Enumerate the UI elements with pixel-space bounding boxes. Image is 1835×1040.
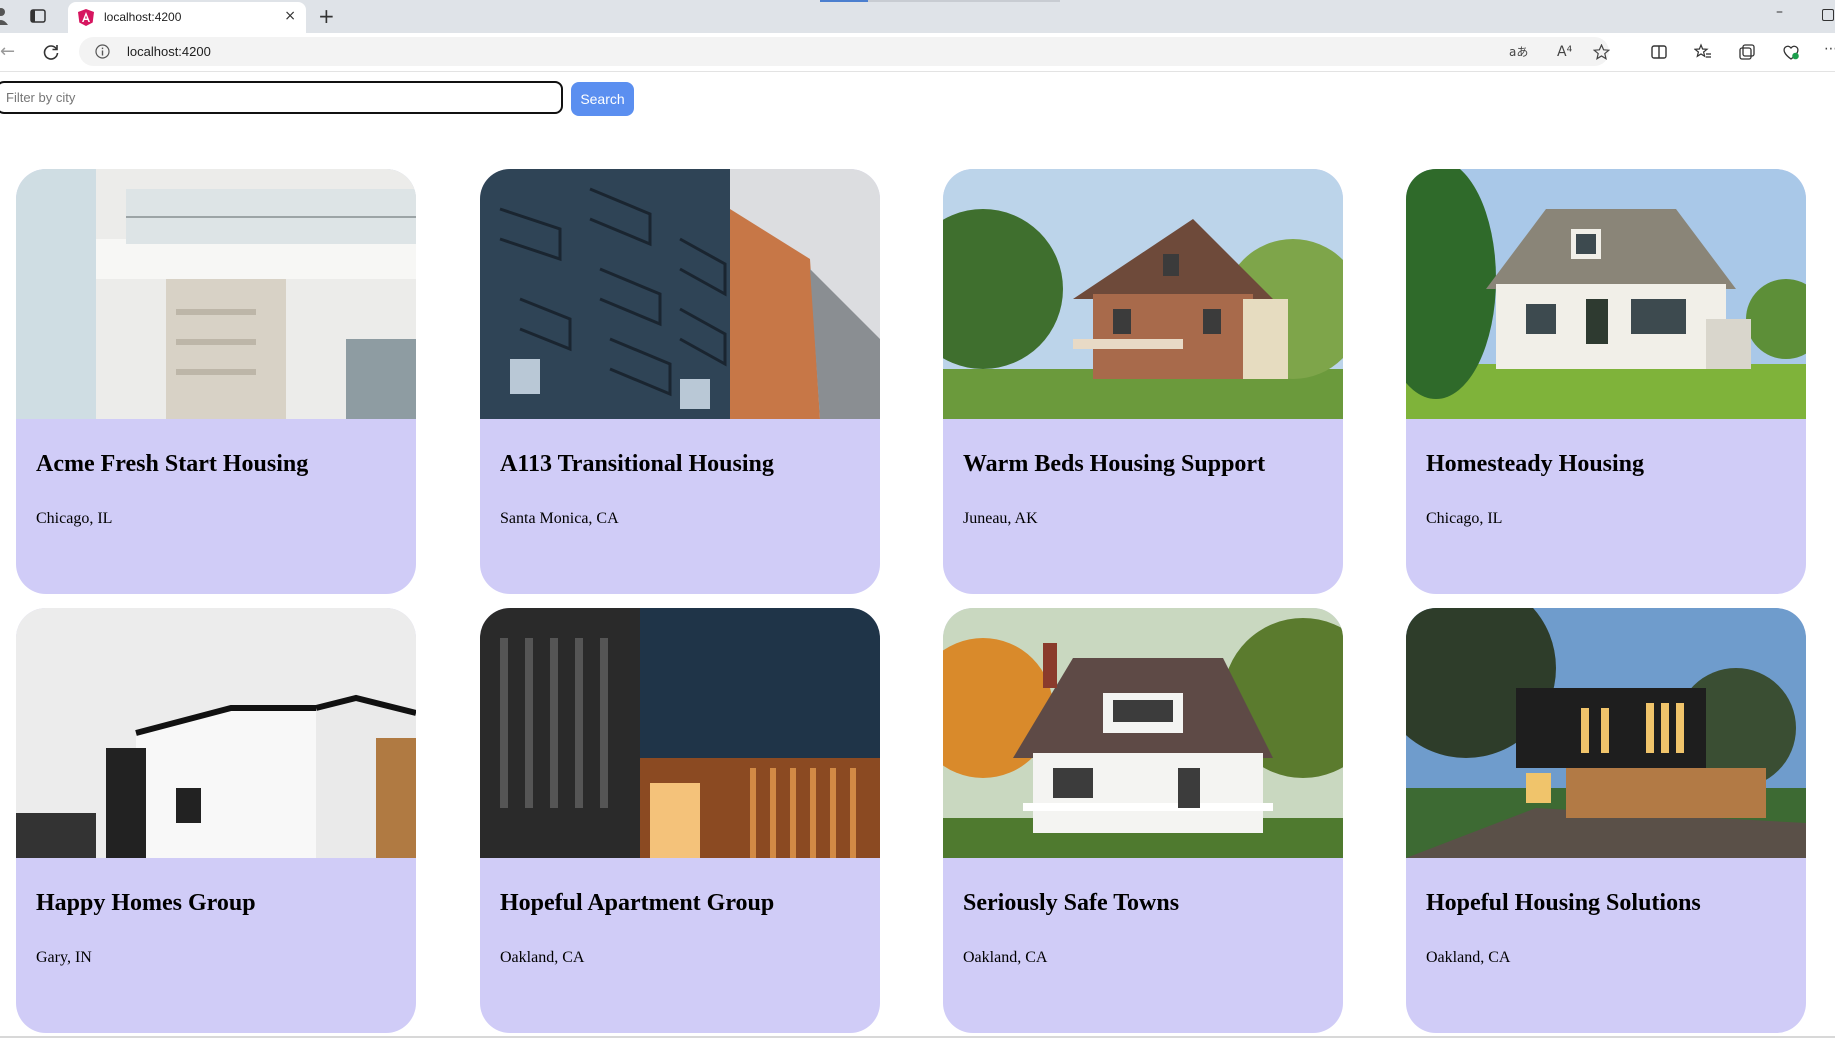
tab-actions-icon[interactable] <box>30 9 46 23</box>
listing-location: Oakland, CA <box>500 949 585 966</box>
listing-card[interactable]: Homesteady Housing Chicago, IL <box>1406 169 1806 594</box>
listing-card[interactable]: Hopeful Apartment Group Oakland, CA <box>480 608 880 1033</box>
angular-favicon-icon <box>78 9 94 26</box>
favorite-star-icon[interactable] <box>1593 44 1610 60</box>
listing-name[interactable]: Warm Beds Housing Support <box>963 451 1265 478</box>
listing-card[interactable]: Warm Beds Housing Support Juneau, AK <box>943 169 1343 594</box>
listing-location: Chicago, IL <box>1426 510 1503 527</box>
listing-card[interactable]: A113 Transitional Housing Santa Monica, … <box>480 169 880 594</box>
restore-window-icon[interactable] <box>1822 9 1834 21</box>
listing-name[interactable]: Hopeful Apartment Group <box>500 890 774 917</box>
more-menu-icon[interactable]: ⋯ <box>1824 41 1835 57</box>
collections-icon[interactable] <box>1738 43 1756 61</box>
listing-photo <box>943 608 1343 858</box>
browser-essentials-icon[interactable] <box>1782 43 1800 61</box>
listing-name[interactable]: A113 Transitional Housing <box>500 451 774 478</box>
refresh-icon[interactable] <box>42 43 60 61</box>
listing-name[interactable]: Hopeful Housing Solutions <box>1426 890 1701 917</box>
svg-text:aあ: aあ <box>1509 45 1528 59</box>
loading-track <box>868 0 1060 2</box>
site-info-icon[interactable] <box>95 44 110 59</box>
listing-name[interactable]: Happy Homes Group <box>36 890 256 917</box>
listing-card[interactable]: Happy Homes Group Gary, IN <box>16 608 416 1033</box>
browser-toolbar: ← localhost:4200 aあ A⁴ ⋯ <box>0 33 1835 72</box>
tab-close-icon[interactable]: × <box>284 8 296 24</box>
listing-card[interactable]: Hopeful Housing Solutions Oakland, CA <box>1406 608 1806 1033</box>
listing-location: Oakland, CA <box>1426 949 1511 966</box>
tab-title: localhost:4200 <box>104 10 182 24</box>
url-text: localhost:4200 <box>127 44 211 59</box>
listing-location: Juneau, AK <box>963 510 1038 527</box>
city-filter-input[interactable] <box>0 81 563 114</box>
listing-photo <box>480 169 880 419</box>
listing-location: Oakland, CA <box>963 949 1048 966</box>
back-arrow-icon[interactable]: ← <box>0 41 15 62</box>
scroll-edge-divider <box>0 1036 1835 1038</box>
listing-location: Chicago, IL <box>36 510 113 527</box>
listing-name[interactable]: Acme Fresh Start Housing <box>36 451 308 478</box>
listing-location: Gary, IN <box>36 949 92 966</box>
new-tab-icon[interactable]: + <box>318 4 335 28</box>
favorites-icon[interactable] <box>1694 43 1712 61</box>
translate-icon[interactable]: aあ <box>1509 44 1529 60</box>
listing-photo <box>16 608 416 858</box>
listing-photo <box>1406 169 1806 419</box>
listing-photo <box>1406 608 1806 858</box>
listing-location: Santa Monica, CA <box>500 510 619 527</box>
browser-tab[interactable]: localhost:4200 × <box>68 2 306 33</box>
loading-indicator <box>820 0 868 2</box>
listing-card[interactable]: Seriously Safe Towns Oakland, CA <box>943 608 1343 1033</box>
listing-card[interactable]: Acme Fresh Start Housing Chicago, IL <box>16 169 416 594</box>
minimize-icon[interactable]: – <box>1776 4 1783 20</box>
listing-photo <box>943 169 1343 419</box>
browser-tab-bar: localhost:4200 × + – <box>0 0 1835 33</box>
listing-photo <box>480 608 880 858</box>
read-aloud-icon[interactable]: A⁴ <box>1557 44 1572 60</box>
listing-name[interactable]: Seriously Safe Towns <box>963 890 1179 917</box>
listing-photo <box>16 169 416 419</box>
listing-name[interactable]: Homesteady Housing <box>1426 451 1644 478</box>
split-screen-icon[interactable] <box>1650 43 1668 61</box>
profile-icon[interactable] <box>0 7 8 25</box>
address-bar[interactable]: localhost:4200 aあ A⁴ <box>79 37 1610 66</box>
search-button[interactable]: Search <box>571 82 634 116</box>
